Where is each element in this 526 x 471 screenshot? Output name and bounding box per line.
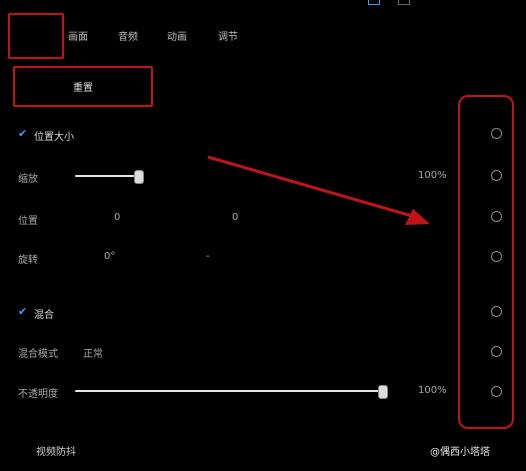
annotation-arrow: [207, 155, 430, 225]
watermark-text: @偶西小塔塔: [430, 447, 490, 458]
anti-shake-label[interactable]: 视频防抖: [36, 443, 76, 458]
